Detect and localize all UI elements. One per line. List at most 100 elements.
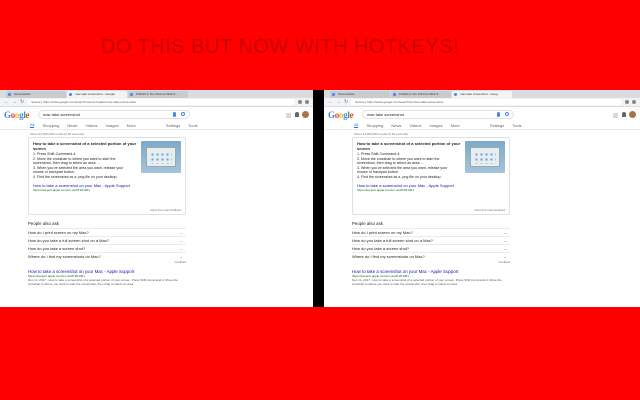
avatar[interactable] bbox=[629, 111, 636, 118]
tab-shopping[interactable]: Shopping bbox=[366, 123, 383, 128]
chevron-down-icon: ⌄ bbox=[179, 230, 183, 235]
paa-question[interactable]: Where do I find my screenshots on Mac? ⌄ bbox=[28, 252, 186, 260]
notifications-icon[interactable] bbox=[295, 112, 299, 117]
search-tabs: All Shopping News Videos Images More Set… bbox=[324, 121, 640, 130]
paa-title: People also ask bbox=[352, 221, 383, 226]
result-stats: About 34,600,000 results (0.45 seconds) bbox=[354, 132, 409, 136]
menu-icon[interactable] bbox=[632, 100, 636, 104]
extension-icon[interactable] bbox=[298, 100, 302, 104]
browser-tab[interactable]: Screenshots bbox=[6, 91, 66, 98]
avatar[interactable] bbox=[302, 111, 309, 118]
snippet-step: 4. Find the screenshot as a .png file on… bbox=[357, 174, 442, 179]
people-also-ask: People also ask How do I print screen on… bbox=[352, 221, 510, 264]
tab-shopping[interactable]: Shopping bbox=[42, 123, 59, 128]
search-tabs: All Shopping News Videos Images More Set… bbox=[0, 121, 313, 130]
search-result: How to take a screenshot on your Mac - A… bbox=[28, 269, 188, 290]
tab-bar: Screenshots mac take screenshot - Google… bbox=[0, 90, 313, 98]
tab-videos[interactable]: Videos bbox=[85, 123, 97, 128]
tab-news[interactable]: News bbox=[391, 123, 401, 128]
paa-question[interactable]: How do I print screen on my Mac? ⌄ bbox=[28, 228, 186, 236]
address-bar[interactable]: Secure | https://www.google.com/search?s… bbox=[27, 99, 295, 105]
result-snippet: Dec 14, 2017 - How to take a screenshot … bbox=[28, 278, 178, 286]
snippet-feedback[interactable]: About this result Feedback bbox=[474, 209, 505, 212]
snippet-image[interactable] bbox=[465, 141, 505, 173]
tab-videos[interactable]: Videos bbox=[409, 123, 421, 128]
forward-icon[interactable]: → bbox=[336, 98, 341, 107]
back-icon[interactable]: ← bbox=[4, 98, 9, 107]
browser-tab-active[interactable]: mac take screenshot - Google bbox=[67, 91, 127, 98]
chevron-down-icon: ⌄ bbox=[179, 246, 183, 251]
browser-tab-active[interactable]: mac take screenshot - Goog bbox=[452, 91, 512, 98]
tab-all[interactable]: All bbox=[354, 122, 359, 128]
result-snippet: Dec 14, 2017 - How to take a screenshot … bbox=[352, 278, 502, 286]
chevron-down-icon: ⌄ bbox=[503, 246, 507, 251]
headline-text: DO THIS BUT NOW WITH HOTKEYS! bbox=[100, 36, 460, 58]
tab-news[interactable]: News bbox=[67, 123, 77, 128]
tab-settings[interactable]: Settings bbox=[166, 123, 180, 128]
paa-question[interactable]: Where do I find my screenshots on Mac? ⌄ bbox=[352, 252, 510, 260]
search-icon[interactable] bbox=[181, 112, 185, 116]
back-icon[interactable]: ← bbox=[328, 98, 333, 107]
paa-feedback[interactable]: Feedback bbox=[28, 261, 186, 264]
paa-question[interactable]: How do you take a full screen shot on a … bbox=[28, 236, 186, 244]
address-row: ← → ↻ Secure | https://www.google.com/se… bbox=[324, 98, 640, 107]
apps-grid-icon[interactable] bbox=[613, 113, 618, 118]
extension-icon[interactable] bbox=[625, 100, 629, 104]
result-stats: About 34,600,000 results (0.48 seconds) bbox=[30, 132, 85, 136]
chevron-down-icon: ⌄ bbox=[503, 238, 507, 243]
search-result: How to take a screenshot on your Mac - A… bbox=[352, 269, 512, 290]
search-query: mac take screenshot bbox=[367, 112, 404, 117]
search-input[interactable]: mac take screenshot bbox=[362, 110, 514, 119]
snippet-feedback[interactable]: About this result Feedback bbox=[150, 209, 181, 212]
snippet-title: How to take a screenshot of a selected p… bbox=[357, 141, 461, 151]
paa-title: People also ask bbox=[28, 221, 59, 226]
snippet-step: 4. Find the screenshot as a .png file on… bbox=[33, 174, 118, 179]
chevron-down-icon: ⌄ bbox=[179, 238, 183, 243]
paa-question[interactable]: How do you take a screen shot? ⌄ bbox=[28, 244, 186, 252]
chevron-down-icon: ⌄ bbox=[503, 230, 507, 235]
paa-question[interactable]: How do you take a screen shot? ⌄ bbox=[352, 244, 510, 252]
browser-tab[interactable]: Publish in the Chrome Web S... bbox=[128, 91, 188, 98]
microphone-icon[interactable] bbox=[173, 112, 176, 117]
notifications-icon[interactable] bbox=[622, 112, 626, 117]
tab-all[interactable]: All bbox=[30, 122, 35, 128]
tab-tools[interactable]: Tools bbox=[512, 123, 521, 128]
address-row: ← → ↻ Secure | https://www.google.com/se… bbox=[0, 98, 313, 107]
tab-images[interactable]: Images bbox=[430, 123, 443, 128]
reload-icon[interactable]: ↻ bbox=[20, 98, 24, 107]
paa-question[interactable]: How do you take a full screen shot on a … bbox=[352, 236, 510, 244]
tab-bar: Screenshots Publish in the Chrome Web S.… bbox=[324, 90, 640, 98]
reload-icon[interactable]: ↻ bbox=[344, 98, 348, 107]
tab-more[interactable]: More bbox=[451, 123, 460, 128]
tab-images[interactable]: Images bbox=[106, 123, 119, 128]
tab-tools[interactable]: Tools bbox=[188, 123, 197, 128]
apps-grid-icon[interactable] bbox=[286, 113, 291, 118]
chevron-down-icon: ⌄ bbox=[503, 254, 507, 259]
featured-snippet: How to take a screenshot of a selected p… bbox=[28, 137, 186, 215]
snippet-steps: 1. Press Shift-Command-4. 2. Move the cr… bbox=[33, 152, 141, 180]
microphone-icon[interactable] bbox=[497, 112, 500, 117]
search-icon[interactable] bbox=[505, 112, 509, 116]
chevron-down-icon: ⌄ bbox=[179, 254, 183, 259]
search-input[interactable]: mac take screenshot bbox=[38, 110, 190, 119]
google-logo[interactable]: Google bbox=[328, 110, 353, 120]
paa-feedback[interactable]: Feedback bbox=[352, 261, 510, 264]
paa-question[interactable]: How do I print screen on my Mac? ⌄ bbox=[352, 228, 510, 236]
browser-tab[interactable]: Publish in the Chrome Web S... bbox=[391, 91, 451, 98]
google-header: Google mac take screenshot bbox=[0, 107, 313, 121]
tab-settings[interactable]: Settings bbox=[490, 123, 504, 128]
featured-snippet: How to take a screenshot of a selected p… bbox=[352, 137, 510, 215]
google-header: Google mac take screenshot bbox=[324, 107, 640, 121]
right-browser-screenshot: Screenshots Publish in the Chrome Web S.… bbox=[324, 90, 640, 307]
address-bar[interactable]: Secure | https://www.google.com/search?q… bbox=[351, 99, 622, 105]
people-also-ask: People also ask How do I print screen on… bbox=[28, 221, 186, 264]
tab-more[interactable]: More bbox=[127, 123, 136, 128]
snippet-title: How to take a screenshot of a selected p… bbox=[33, 141, 137, 151]
forward-icon[interactable]: → bbox=[12, 98, 17, 107]
browser-tab[interactable]: Screenshots bbox=[330, 91, 390, 98]
search-query: mac take screenshot bbox=[43, 112, 80, 117]
snippet-url: https://support.apple.com/en-us/HT201361 bbox=[33, 187, 90, 192]
google-logo[interactable]: Google bbox=[4, 110, 29, 120]
snippet-image[interactable] bbox=[141, 141, 181, 173]
menu-icon[interactable] bbox=[305, 100, 309, 104]
